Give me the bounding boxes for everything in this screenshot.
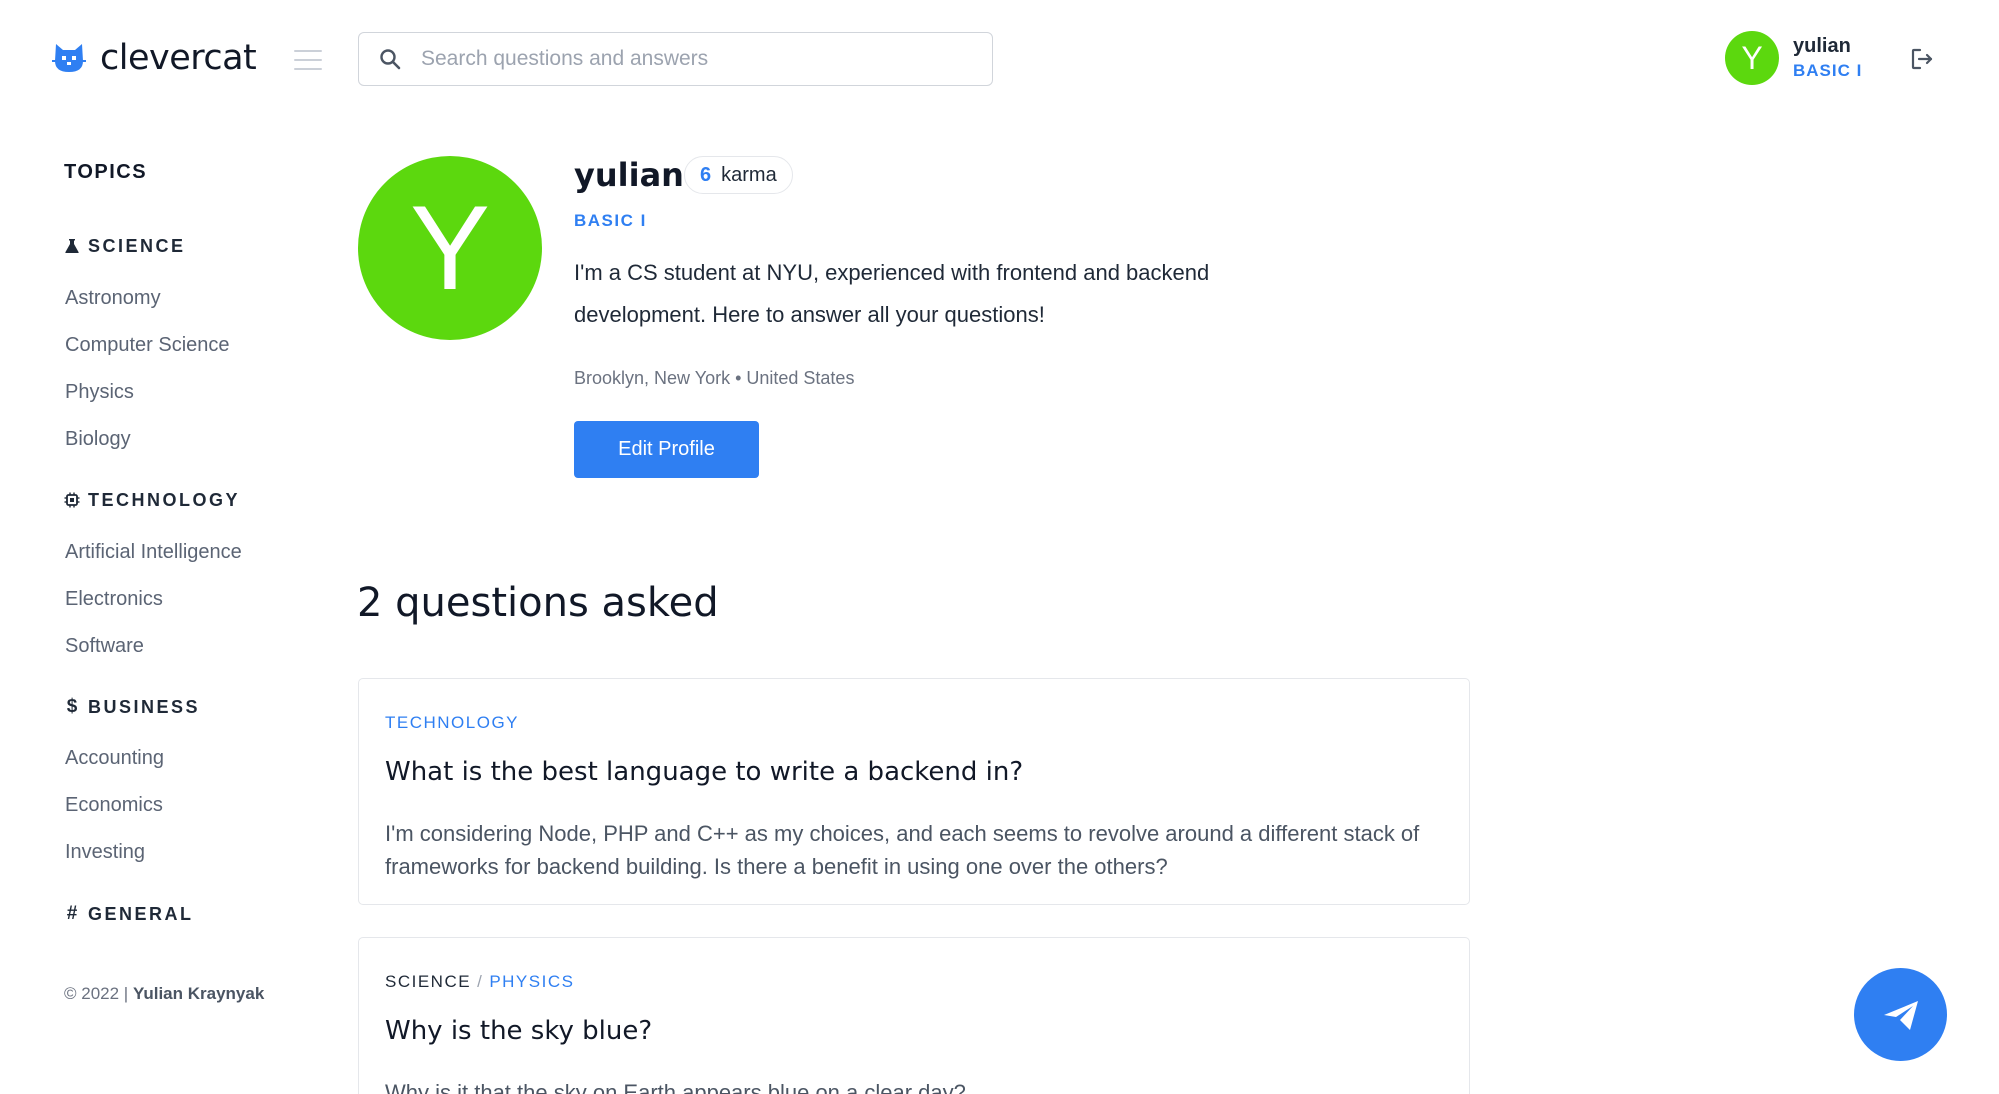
edit-profile-button[interactable]: Edit Profile <box>574 421 759 478</box>
hash-icon: # <box>66 903 78 924</box>
profile-level: BASIC I <box>574 211 647 230</box>
category-technology[interactable]: TECHNOLOGY <box>64 488 240 512</box>
question-title[interactable]: Why is the sky blue? <box>385 1016 652 1046</box>
profile-location: Brooklyn, New York • United States <box>574 368 855 388</box>
sidebar-item-software[interactable]: Software <box>65 635 144 658</box>
ask-question-button[interactable] <box>1854 968 1947 1061</box>
dollar-icon: $ <box>66 696 78 717</box>
category-general[interactable]: # GENERAL <box>64 902 194 926</box>
cat-logo-icon <box>52 44 86 72</box>
questions-heading: 2 questions asked <box>357 580 719 626</box>
category-label: GENERAL <box>88 903 194 924</box>
karma-badge: 6 karma <box>684 156 793 194</box>
profile-bio: I'm a CS student at NYU, experienced wit… <box>574 260 1210 327</box>
question-category: TECHNOLOGY <box>385 713 519 733</box>
avatar: Y <box>1725 31 1779 85</box>
flask-icon <box>65 239 79 253</box>
question-title[interactable]: What is the best language to write a bac… <box>385 757 1023 787</box>
user-meta: yulian BASIC I <box>1793 35 1862 81</box>
category-label: SCIENCE <box>88 235 186 256</box>
question-category: SCIENCE / PHYSICS <box>385 972 574 992</box>
copyright: © 2022 | Yulian Kraynyak <box>64 984 264 1004</box>
category-science[interactable]: SCIENCE <box>64 234 186 258</box>
profile-avatar: Y <box>358 156 542 340</box>
topics-title: TOPICS <box>64 161 148 183</box>
category-label: TECHNOLOGY <box>88 489 241 510</box>
user-level: BASIC I <box>1793 61 1863 80</box>
karma-value: 6 <box>700 163 712 186</box>
category-link[interactable]: TECHNOLOGY <box>385 713 519 732</box>
brand-name: clevercat <box>100 38 257 78</box>
question-body: Why is it that the sky on Earth appears … <box>385 1080 966 1094</box>
category-link[interactable]: SCIENCE <box>385 972 471 991</box>
category-separator: / <box>477 972 484 991</box>
karma-label: karma <box>721 163 777 186</box>
question-card[interactable]: SCIENCE / PHYSICS Why is the sky blue? Why… <box>358 937 1470 1094</box>
send-icon <box>1883 1000 1918 1030</box>
sidebar-item-economics[interactable]: Economics <box>65 794 163 817</box>
sidebar-item-computer-science[interactable]: Computer Science <box>65 334 230 357</box>
copyright-author: Yulian Kraynyak <box>132 984 265 1003</box>
category-business[interactable]: $ BUSINESS <box>64 695 200 719</box>
user-name: yulian <box>1793 35 1851 57</box>
logout-icon[interactable] <box>1909 46 1935 72</box>
search-input[interactable] <box>421 47 981 71</box>
sidebar-item-astronomy[interactable]: Astronomy <box>65 287 161 310</box>
sidebar-item-accounting[interactable]: Accounting <box>65 747 164 770</box>
sidebar-item-physics[interactable]: Physics <box>65 381 134 404</box>
category-label: BUSINESS <box>88 696 201 717</box>
chip-icon <box>64 492 80 508</box>
user-menu[interactable]: Y yulian BASIC I <box>1725 31 1862 85</box>
sidebar-item-investing[interactable]: Investing <box>65 841 145 864</box>
profile-name: yulian <box>574 156 684 194</box>
question-card[interactable]: TECHNOLOGY What is the best language to … <box>358 678 1470 905</box>
sidebar-item-biology[interactable]: Biology <box>65 428 131 451</box>
copyright-prefix: © 2022 | <box>64 984 133 1003</box>
search-box[interactable] <box>358 32 993 86</box>
sidebar-item-artificial-intelligence[interactable]: Artificial Intelligence <box>65 541 242 564</box>
search-icon <box>380 49 401 70</box>
brand-logo[interactable]: clevercat <box>52 38 257 78</box>
hamburger-icon[interactable] <box>294 50 322 70</box>
question-body: I'm considering Node, PHP and C++ as my … <box>385 821 1420 879</box>
subcategory-link[interactable]: PHYSICS <box>489 972 574 991</box>
sidebar-item-electronics[interactable]: Electronics <box>65 588 163 611</box>
